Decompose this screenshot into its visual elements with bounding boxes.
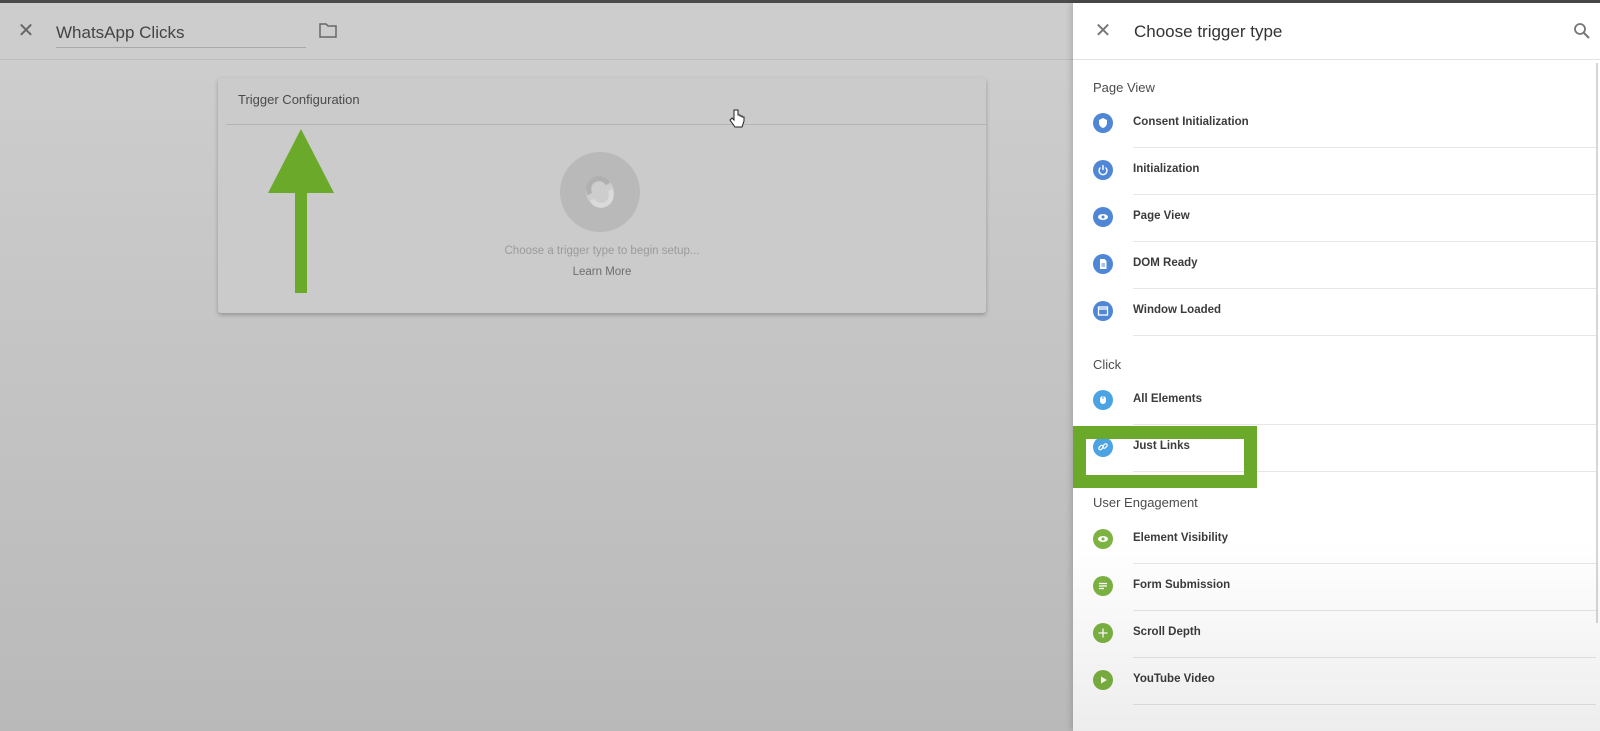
trigger-item-page-view[interactable]: Page View (1073, 195, 1596, 242)
section-label-page-view: Page View (1093, 80, 1155, 95)
section-label-user-engagement: User Engagement (1093, 495, 1198, 510)
trigger-editor: ✕ WhatsApp Clicks Trigger Configuration … (0, 3, 1073, 731)
trigger-item-label: Just Links (1133, 440, 1190, 452)
card-title: Trigger Configuration (238, 92, 360, 107)
section-label-click: Click (1093, 357, 1122, 372)
trigger-item-scroll-depth[interactable]: Scroll Depth (1073, 611, 1596, 658)
close-panel-icon[interactable]: ✕ (1093, 21, 1113, 41)
trigger-type-panel: ✕ Choose trigger type Page View Consent … (1073, 3, 1600, 731)
power-icon (1093, 160, 1113, 180)
trigger-item-initialization[interactable]: Initialization (1073, 148, 1596, 195)
trigger-item-label: All Elements (1133, 393, 1203, 405)
scrollbar[interactable] (1596, 63, 1598, 623)
item-divider (1133, 471, 1596, 472)
item-divider (1133, 704, 1596, 705)
editor-header: ✕ WhatsApp Clicks (0, 3, 1073, 60)
card-divider (226, 124, 986, 125)
arrows-icon (1093, 623, 1113, 643)
trigger-item-label: Consent Initialization (1133, 116, 1249, 128)
trigger-item-all-elements[interactable]: All Elements (1073, 378, 1596, 425)
trigger-placeholder-icon[interactable] (560, 152, 640, 232)
trigger-item-label: DOM Ready (1133, 257, 1198, 269)
trigger-name-input[interactable]: WhatsApp Clicks (56, 19, 306, 48)
trigger-item-consent-initialization[interactable]: Consent Initialization (1073, 101, 1596, 148)
window-icon (1093, 301, 1113, 321)
trigger-item-youtube-video[interactable]: YouTube Video (1073, 658, 1596, 705)
panel-title: Choose trigger type (1134, 22, 1283, 41)
search-icon[interactable] (1573, 22, 1591, 40)
close-editor-icon[interactable]: ✕ (16, 21, 36, 41)
trigger-item-window-loaded[interactable]: Window Loaded (1073, 289, 1596, 336)
eye-icon (1093, 529, 1113, 549)
trigger-item-element-visibility[interactable]: Element Visibility (1073, 517, 1596, 564)
trigger-item-dom-ready[interactable]: DOM Ready (1073, 242, 1596, 289)
shield-icon (1093, 113, 1113, 133)
hand-cursor-icon (729, 109, 745, 128)
play-icon (1093, 670, 1113, 690)
panel-header: ✕ Choose trigger type (1073, 3, 1600, 60)
eye-icon (1093, 207, 1113, 227)
form-icon (1093, 576, 1113, 596)
trigger-item-just-links[interactable]: Just Links (1073, 425, 1596, 472)
folder-icon[interactable] (319, 22, 337, 38)
trigger-item-label: Element Visibility (1133, 532, 1229, 544)
cursor-click-icon (1093, 390, 1113, 410)
trigger-item-form-submission[interactable]: Form Submission (1073, 564, 1596, 611)
item-divider (1133, 335, 1596, 336)
trigger-item-label: Initialization (1133, 163, 1200, 175)
trigger-item-label: Scroll Depth (1133, 626, 1201, 638)
green-arrow-annotation (268, 129, 334, 293)
trigger-type-icon (586, 176, 614, 208)
trigger-item-label: Window Loaded (1133, 304, 1222, 316)
link-icon (1093, 437, 1113, 457)
trigger-item-label: Form Submission (1133, 579, 1231, 591)
document-icon (1093, 254, 1113, 274)
trigger-item-label: Page View (1133, 210, 1190, 222)
trigger-item-label: YouTube Video (1133, 673, 1215, 685)
